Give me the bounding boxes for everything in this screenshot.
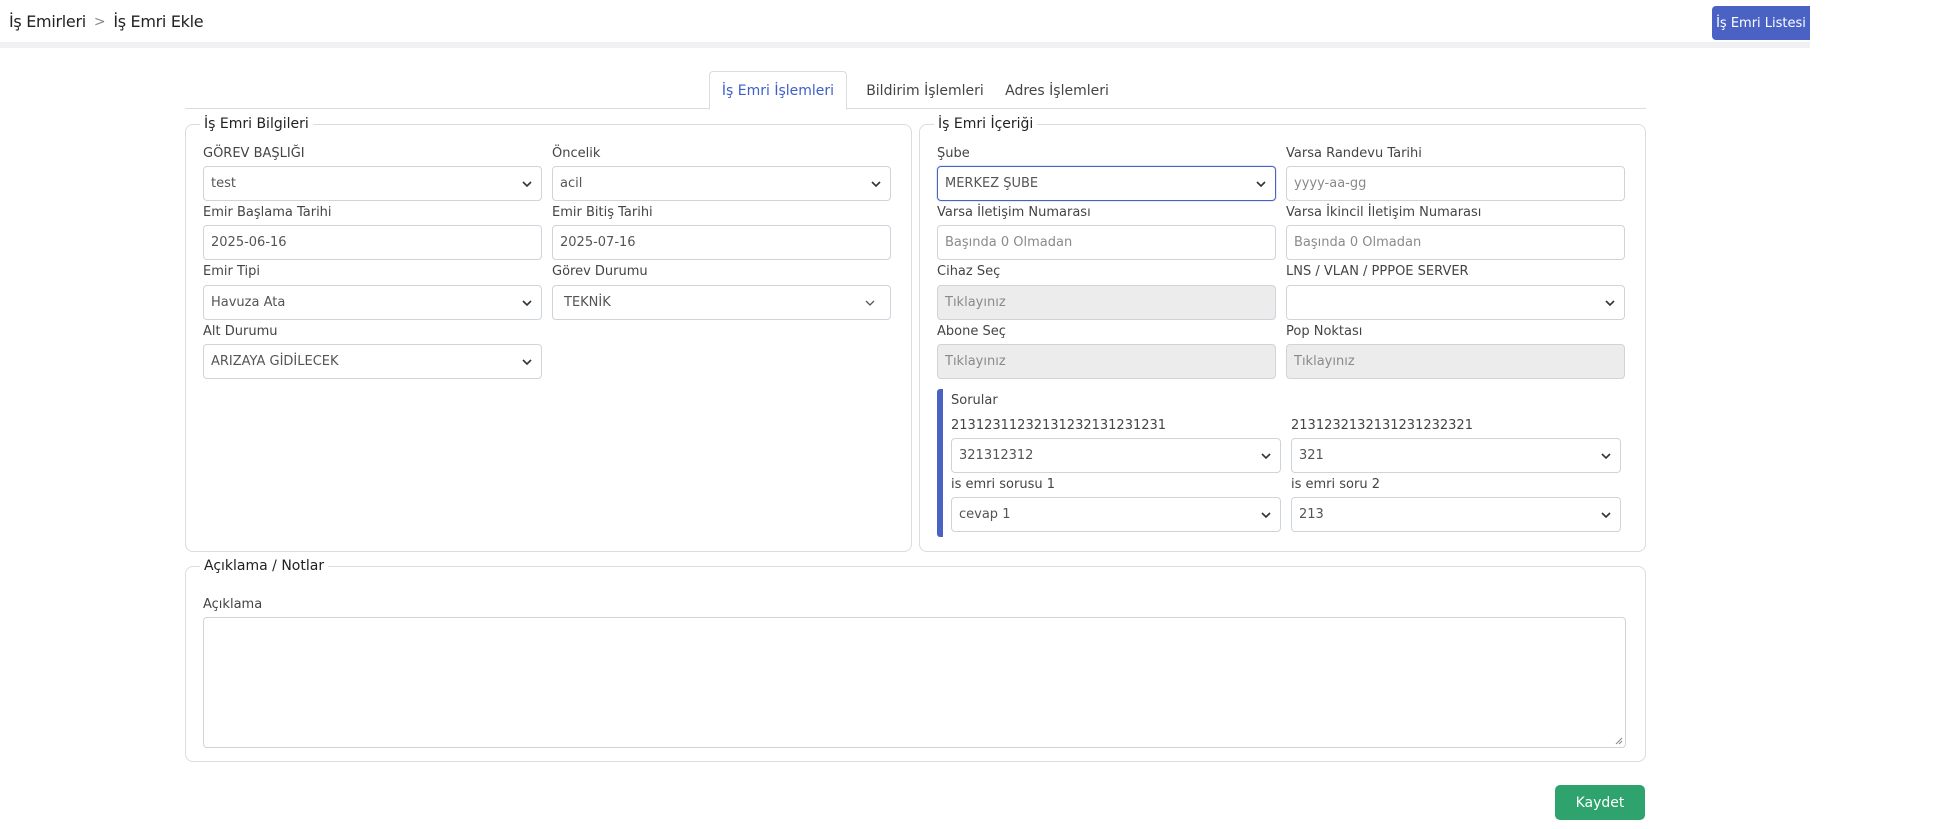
chevron-down-icon [1601, 452, 1611, 459]
breadcrumb: İş Emirleri > İş Emri Ekle [9, 12, 204, 31]
branch-value: MERKEZ ŞUBE [945, 176, 1039, 191]
question-1-value: 321312312 [959, 448, 1034, 463]
tab-bar: İş Emri İşlemleri Bildirim İşlemleri Adr… [185, 71, 1646, 110]
pop-point-input[interactable]: Tıklayınız [1286, 344, 1625, 379]
chevron-down-icon [1261, 452, 1271, 459]
start-date-input[interactable]: 2025-06-16 [203, 225, 542, 260]
subscriber-label: Abone Seç [937, 324, 1006, 339]
tab-work-order-operations[interactable]: İş Emri İşlemleri [709, 71, 847, 110]
chevron-down-icon [1601, 511, 1611, 518]
task-status-select[interactable]: TEKNİK [552, 285, 891, 320]
task-status-label: Görev Durumu [552, 264, 648, 279]
subscriber-select-input[interactable]: Tıklayınız [937, 344, 1276, 379]
priority-select[interactable]: acil [552, 166, 891, 201]
question-2-value: 321 [1299, 448, 1324, 463]
task-title-value: test [211, 176, 236, 191]
question-4-value: 213 [1299, 507, 1324, 522]
priority-value: acil [560, 176, 583, 191]
description-textarea[interactable] [203, 617, 1626, 748]
questions-title: Sorular [951, 393, 998, 408]
info-section-legend: İş Emri Bilgileri [204, 116, 309, 132]
chevron-down-icon [1605, 299, 1615, 306]
question-3-select[interactable]: cevap 1 [951, 497, 1281, 532]
notes-section-legend: Açıklama / Notlar [204, 558, 325, 574]
lns-vlan-label: LNS / VLAN / PPPOE SERVER [1286, 264, 1469, 279]
question-4-select[interactable]: 213 [1291, 497, 1621, 532]
task-title-label: GÖREV BAŞLIĞI [203, 146, 305, 161]
task-title-select[interactable]: test [203, 166, 542, 201]
content-section-legend: İş Emri İçeriği [938, 116, 1034, 132]
lns-vlan-select[interactable] [1286, 285, 1625, 320]
contact-number-placeholder: Başında 0 Olmadan [945, 235, 1073, 250]
work-order-list-button[interactable]: İş Emri Listesi [1712, 6, 1810, 40]
question-1-select[interactable]: 321312312 [951, 438, 1281, 473]
device-select-input[interactable]: Tıklayınız [937, 285, 1276, 320]
breadcrumb-parent-link[interactable]: İş Emirleri [9, 12, 86, 31]
top-bar: İş Emirleri > İş Emri Ekle İş Emri Liste… [0, 0, 1810, 48]
chevron-down-icon [522, 299, 532, 306]
chevron-down-icon [871, 180, 881, 187]
question-3-value: cevap 1 [959, 507, 1011, 522]
tab-address-operations[interactable]: Adres İşlemleri [997, 71, 1117, 110]
appointment-date-label: Varsa Randevu Tarihi [1286, 146, 1422, 161]
secondary-contact-placeholder: Başında 0 Olmadan [1294, 235, 1422, 250]
chevron-down-icon [1261, 511, 1271, 518]
branch-select[interactable]: MERKEZ ŞUBE [937, 166, 1276, 201]
end-date-label: Emir Bitiş Tarihi [552, 205, 653, 220]
breadcrumb-separator: > [93, 13, 106, 30]
order-type-value: Havuza Ata [211, 295, 286, 310]
question-3-label: is emri sorusu 1 [951, 477, 1055, 492]
branch-label: Şube [937, 146, 970, 161]
save-button[interactable]: Kaydet [1555, 785, 1645, 820]
device-placeholder: Tıklayınız [945, 295, 1006, 310]
question-2-label: 2131232132131231232321 [1291, 418, 1473, 433]
pop-point-label: Pop Noktası [1286, 324, 1363, 339]
resize-handle-icon[interactable] [1614, 736, 1623, 745]
subscriber-placeholder: Tıklayınız [945, 354, 1006, 369]
secondary-contact-input[interactable]: Başında 0 Olmadan [1286, 225, 1625, 260]
chevron-down-icon [522, 358, 532, 365]
question-1-label: 21312311232131232131231231 [951, 418, 1167, 433]
chevron-down-icon [522, 180, 532, 187]
end-date-input[interactable]: 2025-07-16 [552, 225, 891, 260]
appointment-date-placeholder: yyyy-aa-gg [1294, 176, 1367, 191]
order-type-select[interactable]: Havuza Ata [203, 285, 542, 320]
pop-point-placeholder: Tıklayınız [1294, 354, 1355, 369]
device-label: Cihaz Seç [937, 264, 1001, 279]
description-label: Açıklama [203, 597, 263, 612]
sub-status-value: ARIZAYA GİDİLECEK [211, 354, 339, 369]
chevron-down-icon [865, 300, 875, 306]
breadcrumb-current: İş Emri Ekle [113, 12, 204, 31]
chevron-down-icon [1256, 180, 1266, 187]
priority-label: Öncelik [552, 146, 601, 161]
appointment-date-input[interactable]: yyyy-aa-gg [1286, 166, 1625, 201]
start-date-value: 2025-06-16 [211, 235, 287, 250]
contact-number-input[interactable]: Başında 0 Olmadan [937, 225, 1276, 260]
sub-status-select[interactable]: ARIZAYA GİDİLECEK [203, 344, 542, 379]
question-4-label: is emri soru 2 [1291, 477, 1380, 492]
question-2-select[interactable]: 321 [1291, 438, 1621, 473]
contact-number-label: Varsa İletişim Numarası [937, 205, 1091, 220]
start-date-label: Emir Başlama Tarihi [203, 205, 332, 220]
end-date-value: 2025-07-16 [560, 235, 636, 250]
tab-notification-operations[interactable]: Bildirim İşlemleri [855, 71, 995, 110]
sub-status-label: Alt Durumu [203, 324, 278, 339]
order-type-label: Emir Tipi [203, 264, 260, 279]
secondary-contact-label: Varsa İkincil İletişim Numarası [1286, 205, 1482, 220]
task-status-value: TEKNİK [564, 295, 611, 310]
